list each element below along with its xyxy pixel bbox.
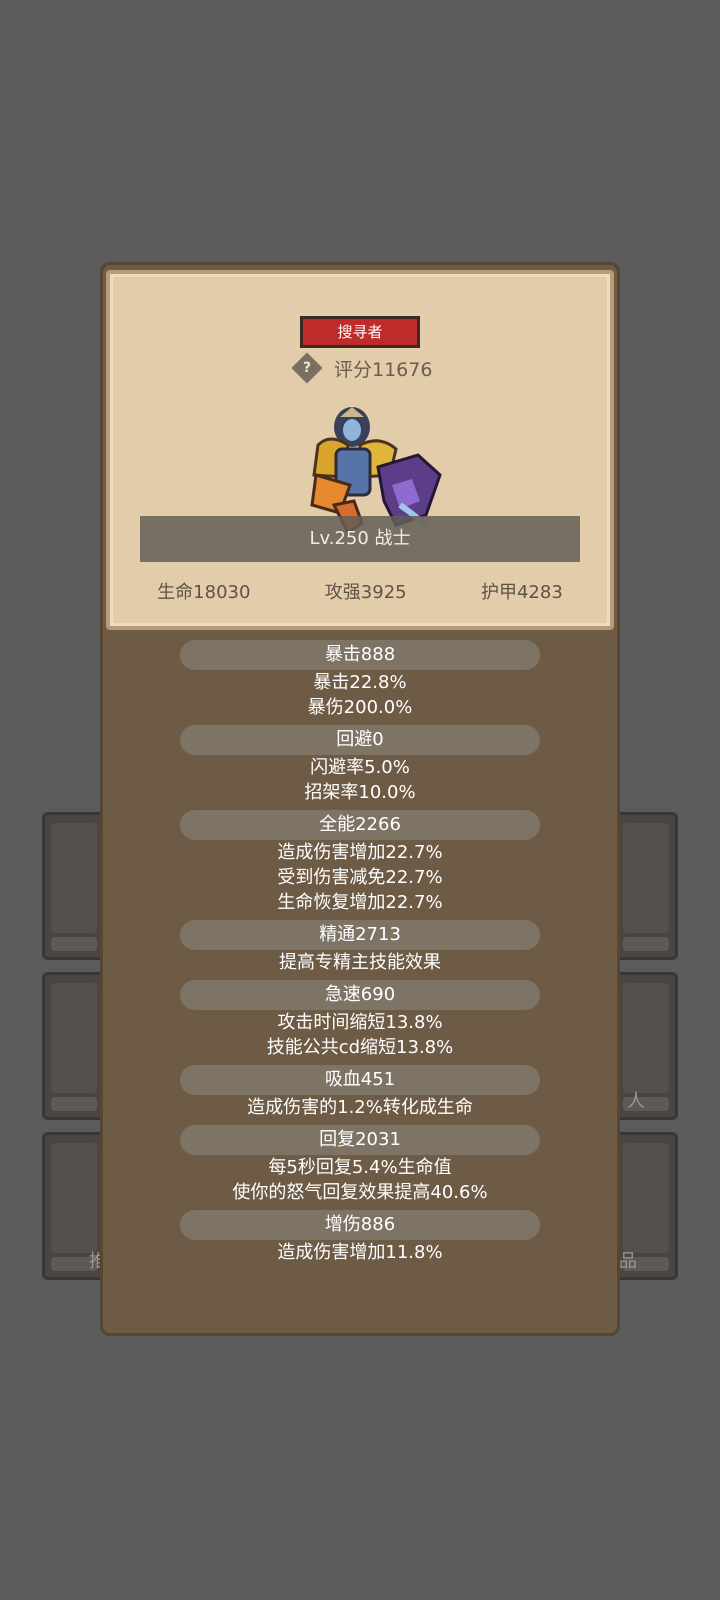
- dodge-section-title: 回避0: [180, 725, 540, 755]
- bg-slot-left-1: [42, 812, 106, 960]
- attack-stat: 攻强3925: [324, 582, 407, 603]
- bg-slot-right-3-label: 品: [619, 1251, 637, 1272]
- stat-line: 生命恢复增加22.7%: [277, 892, 443, 913]
- bg-slot-left-2: [42, 972, 106, 1120]
- bg-slot-left-3: 推: [42, 1132, 107, 1280]
- stat-line: 每5秒回复5.4%生命值: [268, 1157, 452, 1178]
- stat-line: 造成伤害增加11.8%: [277, 1242, 443, 1263]
- stat-line: 技能公共cd缩短13.8%: [266, 1037, 454, 1058]
- stat-line: 攻击时间缩短13.8%: [277, 1012, 443, 1033]
- core-stats-row: 生命18030 攻强3925 护甲4283: [120, 578, 600, 604]
- stat-line: 造成伤害的1.2%转化成生命: [247, 1097, 473, 1118]
- stat-line: 造成伤害增加22.7%: [277, 842, 443, 863]
- bg-slot-right-3: 品: [614, 1132, 678, 1280]
- level-class-bar: Lv.250 战士: [140, 516, 580, 562]
- versatility-section-title: 全能2266: [180, 810, 540, 840]
- score-text: 评分11676: [334, 358, 433, 381]
- damage-section-title: 增伤886: [180, 1210, 540, 1240]
- hp-stat: 生命18030: [157, 582, 251, 603]
- stat-line: 使你的怒气回复效果提高40.6%: [232, 1182, 488, 1203]
- stat-line: 招架率10.0%: [304, 782, 416, 803]
- bg-slot-right-2: 人: [614, 972, 678, 1120]
- mastery-section-title: 精通2713: [180, 920, 540, 950]
- regen-section-title: 回复2031: [180, 1125, 540, 1155]
- stat-line: 暴伤200.0%: [307, 697, 413, 718]
- stat-line: 提高专精主技能效果: [279, 952, 441, 973]
- leech-section-title: 吸血451: [180, 1065, 540, 1095]
- score-row: ? 评分11676: [291, 352, 433, 384]
- bg-slot-right-2-label: 人: [627, 1091, 645, 1112]
- stat-line: 闪避率5.0%: [310, 757, 410, 778]
- class-badge: 搜寻者: [300, 316, 420, 348]
- stat-line: 暴击22.8%: [313, 672, 407, 693]
- crit-section-title: 暴击888: [180, 640, 540, 670]
- bg-slot-right-1: [614, 812, 678, 960]
- help-icon[interactable]: ?: [291, 352, 323, 384]
- stat-line: 受到伤害减免22.7%: [277, 867, 443, 888]
- haste-section-title: 急速690: [180, 980, 540, 1010]
- armor-stat: 护甲4283: [480, 582, 563, 603]
